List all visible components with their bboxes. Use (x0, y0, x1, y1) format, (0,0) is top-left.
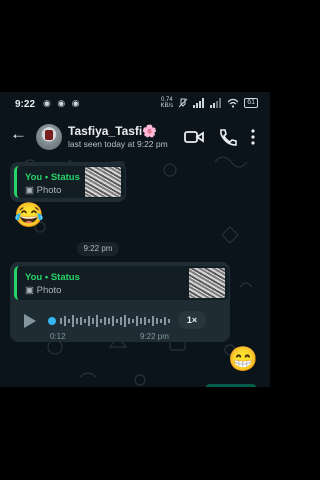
signal-icon-2 (210, 98, 222, 108)
voice-duration: 0:12 (50, 332, 66, 341)
message-time: 9:22 pm (140, 332, 169, 341)
play-icon[interactable] (24, 314, 36, 328)
status-reply-voice-bubble[interactable]: You • Status ▣ Photo 0:12 9:22 pm 1× (10, 262, 230, 342)
quote-author: You • Status (25, 272, 80, 283)
status-thumbnail (189, 268, 225, 298)
playback-speed-button[interactable]: 1× (178, 311, 206, 329)
video-call-icon[interactable] (184, 128, 204, 146)
time-chip: 9:22 pm (77, 242, 119, 256)
contact-name[interactable]: Tasfiya_Tasfi🌸 (68, 124, 157, 138)
voice-waveform[interactable] (48, 313, 176, 329)
signal-icon-1 (193, 98, 205, 108)
avatar[interactable] (36, 124, 62, 150)
network-speed: 0.74 KB/s (160, 97, 174, 109)
chat-header: ← Tasfiya_Tasfi🌸 last seen today at 9:22… (0, 116, 270, 158)
photo-icon: ▣ (25, 185, 34, 196)
quoted-status[interactable]: You • Status ▣ Photo (14, 266, 229, 300)
notification-icons: ◉ ◉ ◉ (43, 98, 82, 108)
photo-icon: ▣ (25, 285, 34, 296)
chat-screen: 9:22 ◉ ◉ ◉ 0.74 KB/s 61 ← Tasfiya_Tasfi🌸… (0, 92, 270, 387)
mute-icon (178, 98, 188, 108)
quoted-status[interactable]: You • Status ▣ Photo (14, 166, 125, 198)
last-seen-text: last seen today at 9:22 pm (68, 139, 168, 149)
outgoing-bubble-partial[interactable] (205, 384, 257, 387)
sent-emoji: 😁 (228, 346, 258, 373)
quote-media-label: ▣ Photo (25, 285, 62, 296)
status-time: 9:22 (15, 99, 36, 110)
more-options-icon[interactable] (249, 128, 257, 146)
reply-emoji: 😂 (14, 202, 44, 229)
status-thumbnail (85, 167, 121, 197)
voice-call-icon[interactable] (217, 128, 237, 146)
quote-media-label: ▣ Photo (25, 185, 62, 196)
status-right-icons: 0.74 KB/s 61 (161, 97, 258, 109)
wifi-icon (227, 98, 239, 108)
back-arrow-icon[interactable]: ← (10, 124, 27, 144)
quote-author: You • Status (25, 172, 80, 183)
status-reply-bubble[interactable]: You • Status ▣ Photo (10, 162, 126, 202)
battery-indicator: 61 (244, 98, 258, 108)
system-status-bar: 9:22 ◉ ◉ ◉ 0.74 KB/s 61 (0, 92, 270, 116)
